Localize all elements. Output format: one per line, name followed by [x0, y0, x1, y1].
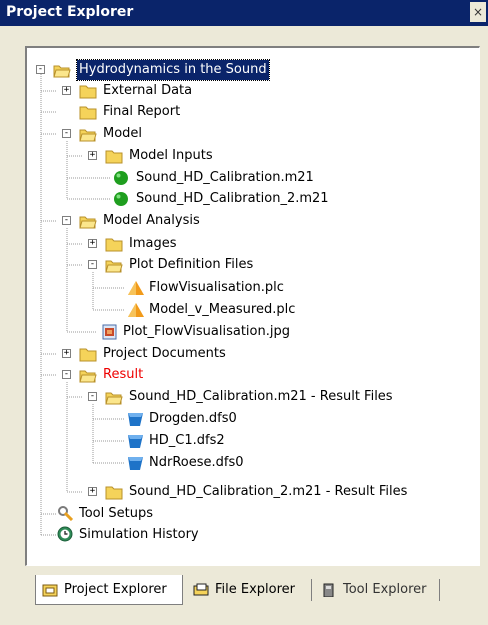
- tree-label-images: Images: [129, 236, 177, 251]
- tab-tool-explorer[interactable]: Tool Explorer: [315, 575, 439, 605]
- tab-separator: [439, 579, 440, 601]
- folder-icon: [79, 348, 97, 362]
- tab-label-project-explorer: Project Explorer: [64, 581, 167, 597]
- tool-setups-icon: [58, 506, 74, 521]
- folder-open-icon: [105, 392, 123, 405]
- explorer-tab-bar: Project Explorer File Explorer Tool Expl…: [25, 575, 480, 609]
- tab-file-explorer[interactable]: File Explorer: [187, 575, 307, 605]
- tree-label-root: Hydrodynamics in the Sound: [76, 59, 270, 81]
- tree-label-model-file-1: Sound_HD_Calibration.m21: [136, 170, 314, 185]
- tree-label-plot-image: Plot_FlowVisualisation.jpg: [123, 324, 290, 339]
- tool-explorer-icon: [323, 583, 334, 597]
- collapse-icon[interactable]: -: [88, 260, 97, 269]
- collapse-icon[interactable]: -: [62, 216, 71, 225]
- tree-label-project-documents: Project Documents: [103, 346, 226, 361]
- plot-definition-icon: [128, 303, 144, 317]
- dfs-file-icon: [128, 457, 143, 470]
- tree-label-plot-file-1: FlowVisualisation.plc: [149, 280, 284, 295]
- file-explorer-icon: [193, 583, 209, 596]
- tree-label-result: Result: [103, 367, 144, 382]
- dfs-file-icon: [128, 435, 143, 448]
- folder-open-icon: [79, 370, 97, 383]
- tree-label-final-report: Final Report: [103, 104, 181, 119]
- collapse-icon[interactable]: -: [36, 65, 45, 74]
- project-tree: - Hydrodynamics in the Sound + External …: [25, 46, 480, 566]
- title-bar: Project Explorer ×: [0, 0, 488, 26]
- tree-label-simulation-history: Simulation History: [79, 527, 199, 542]
- simulation-history-icon: [57, 526, 73, 542]
- tree-label-dfs-1: Drogden.dfs0: [149, 411, 237, 426]
- window-title: Project Explorer: [6, 4, 134, 20]
- folder-open-icon: [105, 260, 123, 273]
- folder-open-icon: [53, 65, 71, 78]
- tree-label-dfs-3: NdrRoese.dfs0: [149, 455, 244, 470]
- tree-label-model: Model: [103, 126, 143, 141]
- tree-label-model-analysis: Model Analysis: [103, 213, 200, 228]
- folder-icon: [79, 106, 97, 120]
- expand-icon[interactable]: +: [88, 239, 97, 248]
- expand-icon[interactable]: +: [88, 487, 97, 496]
- close-icon[interactable]: ×: [470, 2, 486, 22]
- green-ball-icon: [114, 192, 128, 206]
- tree-label-external-data: External Data: [103, 83, 193, 98]
- image-file-icon: [102, 324, 117, 340]
- tree-label-model-file-2: Sound_HD_Calibration_2.m21: [136, 191, 329, 206]
- tab-project-explorer[interactable]: Project Explorer: [35, 575, 183, 605]
- dfs-file-icon: [128, 413, 143, 426]
- green-ball-icon: [114, 171, 128, 185]
- expand-icon[interactable]: +: [62, 86, 71, 95]
- tree-label-result-files-2: Sound_HD_Calibration_2.m21 - Result File…: [129, 484, 408, 499]
- folder-icon: [105, 486, 123, 500]
- expand-icon[interactable]: +: [62, 349, 71, 358]
- project-explorer-icon: [42, 584, 58, 596]
- plot-definition-icon: [128, 281, 144, 295]
- tree-label-dfs-2: HD_C1.dfs2: [149, 433, 225, 448]
- tab-label-tool-explorer: Tool Explorer: [343, 582, 427, 597]
- tree-label-plot-definition-files: Plot Definition Files: [129, 257, 254, 272]
- folder-icon: [105, 150, 123, 164]
- folder-icon: [105, 238, 123, 252]
- collapse-icon[interactable]: -: [62, 370, 71, 379]
- tree-label-model-inputs: Model Inputs: [129, 148, 213, 163]
- tree-label-tool-setups: Tool Setups: [79, 506, 153, 521]
- folder-open-icon: [79, 129, 97, 142]
- tab-label-file-explorer: File Explorer: [215, 582, 296, 597]
- collapse-icon[interactable]: -: [88, 392, 97, 401]
- collapse-icon[interactable]: -: [62, 129, 71, 138]
- tree-label-plot-file-2: Model_v_Measured.plc: [149, 302, 296, 317]
- tree-label-result-files-1: Sound_HD_Calibration.m21 - Result Files: [129, 389, 393, 404]
- folder-open-icon: [79, 216, 97, 229]
- folder-icon: [79, 85, 97, 99]
- tab-separator: [311, 579, 312, 601]
- expand-icon[interactable]: +: [88, 151, 97, 160]
